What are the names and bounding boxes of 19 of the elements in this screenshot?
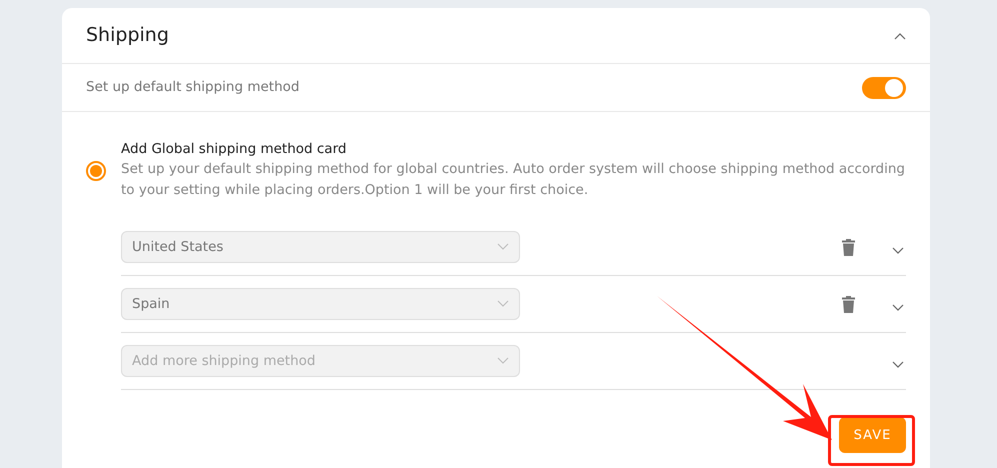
- trash-icon[interactable]: [842, 296, 855, 313]
- select-caret-icon: [497, 300, 510, 308]
- card-description: Set up your default shipping method for global countries. Auto order system will choose shipping method according to your setting while placing orders.Option 1 will be your first choice.: [121, 160, 906, 200]
- expand-chevron-icon[interactable]: [892, 247, 904, 256]
- select-caret-icon: [497, 357, 510, 366]
- trash-icon[interactable]: [842, 238, 855, 256]
- expand-chevron-icon[interactable]: [892, 304, 904, 312]
- add-method-select[interactable]: Add more shipping method: [121, 345, 520, 378]
- shipping-method-select[interactable]: United States: [121, 231, 520, 264]
- shipping-method-select[interactable]: Spain: [121, 288, 520, 320]
- section-title: Shipping: [86, 23, 169, 48]
- radio-button[interactable]: [86, 161, 106, 181]
- expand-chevron-icon[interactable]: [892, 361, 904, 370]
- select-caret-icon: [497, 243, 510, 252]
- default-method-toggle[interactable]: [862, 76, 906, 98]
- save-button[interactable]: SAVE: [839, 417, 906, 454]
- collapse-chevron-icon[interactable]: [894, 32, 906, 40]
- default-method-label: Set up default shipping method: [86, 78, 300, 98]
- card-title: Add Global shipping method card: [121, 140, 348, 159]
